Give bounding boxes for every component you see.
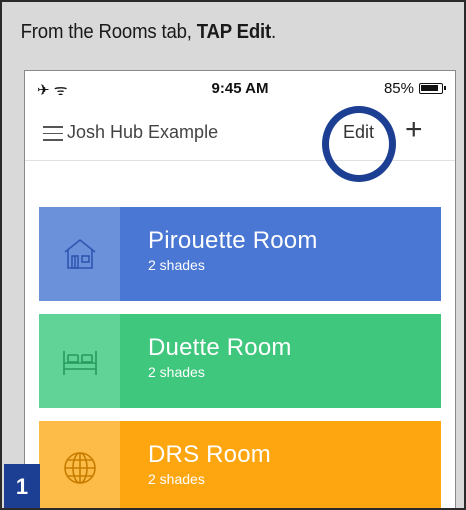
room-shade-count: 2 shades: [148, 471, 205, 487]
hub-title[interactable]: Josh Hub Example: [67, 122, 218, 143]
room-card-duette[interactable]: Duette Room 2 shades: [39, 314, 441, 408]
instruction-suffix: .: [271, 21, 277, 43]
nav-bar: Josh Hub Example Edit +: [25, 105, 455, 161]
tutorial-frame: From the Rooms tab, TAP Edit. ✈ ᯤ 9:45 A…: [0, 0, 466, 510]
battery-percent: 85%: [383, 80, 414, 97]
phone-screen: ✈ ᯤ 9:45 AM 85% Josh Hub Example Edit +: [24, 70, 456, 508]
room-card-drs[interactable]: DRS Room 2 shades: [39, 421, 441, 508]
room-name: DRS Room: [148, 441, 271, 468]
room-name: Pirouette Room: [148, 227, 318, 254]
room-text: Duette Room 2 shades: [120, 314, 292, 408]
house-icon: [64, 238, 95, 269]
room-icon-cell: [39, 421, 120, 508]
room-icon-cell: [39, 314, 120, 408]
bed-icon: [62, 351, 97, 375]
status-bar: ✈ ᯤ 9:45 AM 85%: [25, 71, 455, 105]
battery-icon: [419, 83, 446, 94]
add-room-button[interactable]: +: [405, 113, 423, 147]
room-card-pirouette[interactable]: Pirouette Room 2 shades: [39, 207, 441, 301]
room-shade-count: 2 shades: [148, 364, 205, 380]
instruction-bold: TAP Edit: [196, 21, 272, 43]
globe-icon: [63, 452, 96, 484]
rooms-list: Pirouette Room 2 shades Duette Room 2 sh…: [39, 207, 441, 508]
instruction-prefix: From the Rooms tab,: [20, 21, 197, 43]
status-right: 85%: [383, 80, 446, 97]
room-text: DRS Room 2 shades: [120, 421, 271, 508]
room-icon-cell: [39, 207, 120, 301]
room-name: Duette Room: [148, 334, 292, 361]
room-text: Pirouette Room 2 shades: [120, 207, 318, 301]
edit-button[interactable]: Edit: [343, 122, 374, 143]
room-shade-count: 2 shades: [148, 257, 205, 273]
step-badge: 1: [4, 464, 40, 508]
instruction-text: From the Rooms tab, TAP Edit.: [2, 2, 432, 60]
hamburger-menu-icon[interactable]: [43, 126, 63, 141]
